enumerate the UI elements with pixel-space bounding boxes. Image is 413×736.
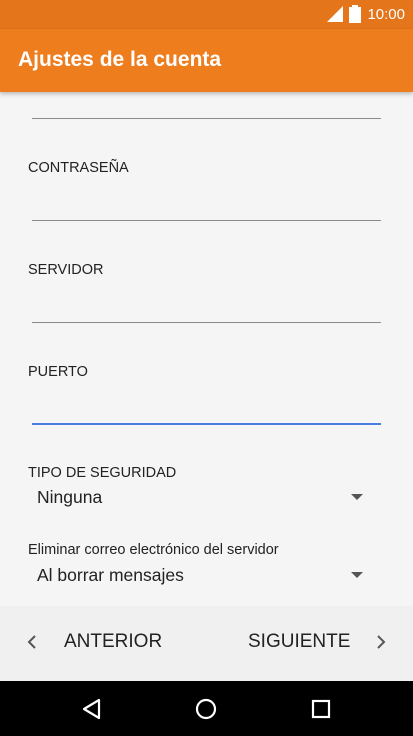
port-field[interactable]: [32, 423, 381, 425]
delete-mail-dropdown-icon[interactable]: [351, 572, 363, 578]
home-icon[interactable]: [193, 696, 219, 722]
signal-icon: [327, 6, 344, 22]
port-label: PUERTO: [28, 364, 88, 380]
next-button[interactable]: SIGUIENTE: [248, 631, 386, 653]
status-bar: 10:00: [0, 0, 413, 29]
security-type-label: TIPO DE SEGURIDAD: [28, 465, 177, 481]
server-field[interactable]: [32, 322, 381, 323]
status-icons: 10:00: [327, 5, 405, 23]
chevron-left-icon: [27, 635, 36, 649]
security-type-select[interactable]: Ninguna: [37, 487, 102, 508]
delete-mail-label: Eliminar correo electrónico del servidor: [28, 542, 279, 558]
username-field[interactable]: [32, 118, 381, 119]
previous-button[interactable]: ANTERIOR: [27, 631, 162, 653]
password-label: CONTRASEÑA: [28, 160, 129, 176]
recent-apps-icon[interactable]: [308, 696, 334, 722]
previous-button-label: ANTERIOR: [64, 631, 163, 652]
page-title: Ajustes de la cuenta: [18, 48, 222, 71]
status-time: 10:00: [367, 5, 405, 23]
system-navigation-bar: [0, 681, 413, 736]
battery-icon: [349, 5, 362, 23]
chevron-right-icon: [377, 635, 386, 649]
account-settings-form: CONTRASEÑA SERVIDOR PUERTO TIPO DE SEGUR…: [0, 92, 413, 606]
delete-mail-select[interactable]: Al borrar mensajes: [37, 565, 184, 586]
wizard-footer: ANTERIOR SIGUIENTE: [0, 606, 413, 681]
next-button-label: SIGUIENTE: [248, 631, 351, 652]
security-type-dropdown-icon[interactable]: [351, 494, 363, 500]
password-field[interactable]: [32, 220, 381, 221]
back-icon[interactable]: [79, 696, 105, 722]
server-label: SERVIDOR: [28, 262, 104, 278]
app-bar: Ajustes de la cuenta: [0, 29, 413, 92]
